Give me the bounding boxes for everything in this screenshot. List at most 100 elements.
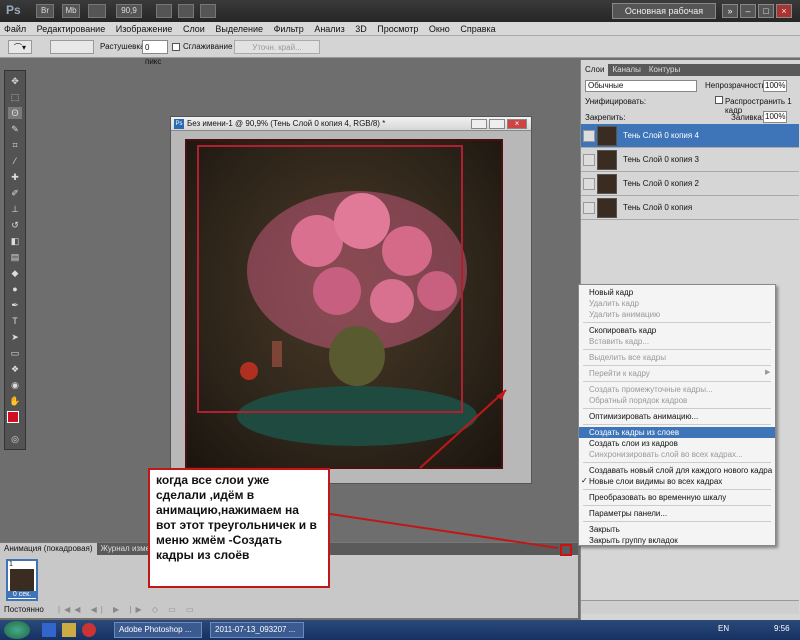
menu-item[interactable]: Параметры панели... (579, 508, 775, 519)
path-select-icon[interactable]: ➤ (8, 331, 22, 343)
create-frames-from-layers-item[interactable]: Создать кадры из слоев (579, 427, 775, 438)
layer-row[interactable]: Тень Слой 0 копия 4 (581, 124, 799, 148)
history-brush-icon[interactable]: ↺ (8, 219, 22, 231)
arrange-docs-icon[interactable] (178, 4, 194, 18)
blur-tool-icon[interactable]: ◆ (8, 267, 22, 279)
menu-3d[interactable]: 3D (351, 22, 371, 36)
menu-edit[interactable]: Редактирование (33, 22, 110, 36)
zoom-field[interactable]: 90,9 (116, 4, 142, 18)
menu-item[interactable]: Закрыть группу вкладок (579, 535, 775, 546)
layer-row[interactable]: Тень Слой 0 копия 3 (581, 148, 799, 172)
menu-item[interactable]: Удалить анимацию (579, 309, 775, 320)
explorer-icon[interactable] (62, 623, 76, 637)
menu-item[interactable]: Новые слои видимы во всех кадрах (579, 476, 775, 487)
menu-file[interactable]: Файл (0, 22, 30, 36)
mini-bridge-button[interactable]: Mb (62, 4, 80, 18)
layer-row[interactable]: Тень Слой 0 копия 2 (581, 172, 799, 196)
menu-item[interactable]: Преобразовать во временную шкалу (579, 492, 775, 503)
hand-tool-icon[interactable]: ✋ (8, 395, 22, 407)
eraser-icon[interactable]: ◧ (8, 235, 22, 247)
menu-filter[interactable]: Фильтр (270, 22, 308, 36)
taskbar-screenshot[interactable]: 2011-07-13_093207 ... (210, 622, 304, 638)
menu-item[interactable]: Выделить все кадры (579, 352, 775, 363)
antialias-checkbox[interactable] (172, 43, 180, 51)
menu-analysis[interactable]: Анализ (310, 22, 348, 36)
lasso-tool-icon[interactable]: ʘ (8, 107, 22, 119)
feather-input[interactable]: 0 пикс (142, 40, 168, 66)
menu-item[interactable]: Вставить кадр... (579, 336, 775, 347)
selection-mode-icons[interactable] (50, 40, 94, 54)
fill-input[interactable]: 100% (763, 111, 787, 123)
eye-icon[interactable] (583, 154, 595, 166)
tab-paths[interactable]: Контуры (645, 64, 684, 76)
menu-item[interactable]: Новый кадр (579, 287, 775, 298)
crop-tool-icon[interactable]: ⌗ (8, 139, 22, 151)
type-tool-icon[interactable]: T (8, 315, 22, 327)
tab-animation[interactable]: Анимация (покадровая) (0, 543, 97, 555)
minimize-button[interactable]: – (740, 4, 756, 18)
menu-item[interactable]: Синхронизировать слой во всех кадрах... (579, 449, 775, 460)
animation-frame[interactable]: 1 0 сек. (6, 559, 38, 601)
start-button[interactable] (4, 621, 30, 639)
ie-icon[interactable] (42, 623, 56, 637)
menu-item[interactable]: Перейти к кадру (579, 368, 775, 379)
panel-menu-triangle-highlight[interactable] (560, 544, 572, 556)
close-button[interactable]: × (776, 4, 792, 18)
eyedropper-icon[interactable]: ⁄ (8, 155, 22, 167)
3d-rotate-icon[interactable]: ❖ (8, 363, 22, 375)
menu-item[interactable]: Закрыть (579, 524, 775, 535)
menu-item[interactable]: Оптимизировать анимацию... (579, 411, 775, 422)
menu-layers[interactable]: Слои (179, 22, 209, 36)
doc-minimize-button[interactable] (471, 119, 487, 129)
guides-button[interactable] (88, 4, 106, 18)
pen-tool-icon[interactable]: ✒ (8, 299, 22, 311)
quick-mask-icon[interactable]: ◎ (8, 433, 22, 445)
gradient-tool-icon[interactable]: ▤ (8, 251, 22, 263)
expand-icon[interactable]: » (722, 4, 738, 18)
doc-maximize-button[interactable] (489, 119, 505, 129)
move-tool-icon[interactable]: ✥ (8, 75, 22, 87)
menu-item[interactable]: Скопировать кадр (579, 325, 775, 336)
layers-footer-icons[interactable] (581, 600, 799, 614)
menu-view[interactable]: Просмотр (373, 22, 422, 36)
shape-tool-icon[interactable]: ▭ (8, 347, 22, 359)
lasso-preset-icon[interactable]: ⌒▾ (8, 40, 32, 54)
clone-stamp-icon[interactable]: ⊥ (8, 203, 22, 215)
language-indicator[interactable]: EN (718, 624, 729, 633)
doc-close-button[interactable]: × (507, 119, 527, 129)
menu-item[interactable]: Удалить кадр (579, 298, 775, 309)
menu-image[interactable]: Изображение (112, 22, 177, 36)
menu-select[interactable]: Выделение (211, 22, 267, 36)
maximize-button[interactable]: □ (758, 4, 774, 18)
foreground-color-swatch[interactable] (7, 411, 19, 423)
bridge-button[interactable]: Br (36, 4, 54, 18)
workspace-switcher[interactable]: Основная рабочая среда (612, 3, 716, 30)
refine-edge-button[interactable]: Уточн. край... (234, 40, 320, 54)
eye-icon[interactable] (583, 202, 595, 214)
3d-camera-icon[interactable]: ◉ (8, 379, 22, 391)
opera-icon[interactable] (82, 623, 96, 637)
propagate-checkbox[interactable] (715, 96, 723, 104)
tab-layers[interactable]: Слои (581, 64, 609, 76)
tab-channels[interactable]: Каналы (608, 64, 644, 76)
quick-select-icon[interactable]: ✎ (8, 123, 22, 135)
menu-item[interactable]: Создать промежуточные кадры... (579, 384, 775, 395)
clock[interactable]: 9:56 (774, 624, 790, 633)
layer-row[interactable]: Тень Слой 0 копия (581, 196, 799, 220)
screen-mode-icon[interactable] (200, 4, 216, 18)
menu-help[interactable]: Справка (456, 22, 499, 36)
marquee-tool-icon[interactable]: ⬚ (8, 91, 22, 103)
healing-brush-icon[interactable]: ✚ (8, 171, 22, 183)
brush-tool-icon[interactable]: ✐ (8, 187, 22, 199)
blend-mode-select[interactable]: Обычные (585, 80, 697, 92)
menu-item[interactable]: Обратный порядок кадров (579, 395, 775, 406)
playback-controls[interactable]: |◀◀ ◀| ▶ |▶ ◇ ▭ ▭ (58, 605, 198, 614)
menu-item[interactable]: Создавать новый слой для каждого нового … (579, 465, 775, 476)
menu-item[interactable]: Создать слои из кадров (579, 438, 775, 449)
loop-select[interactable]: Постоянно (4, 605, 44, 614)
opacity-input[interactable]: 100% (763, 80, 787, 92)
dodge-tool-icon[interactable]: ● (8, 283, 22, 295)
taskbar-photoshop[interactable]: Adobe Photoshop ... (114, 622, 202, 638)
menu-window[interactable]: Окно (425, 22, 454, 36)
eye-icon[interactable] (583, 178, 595, 190)
